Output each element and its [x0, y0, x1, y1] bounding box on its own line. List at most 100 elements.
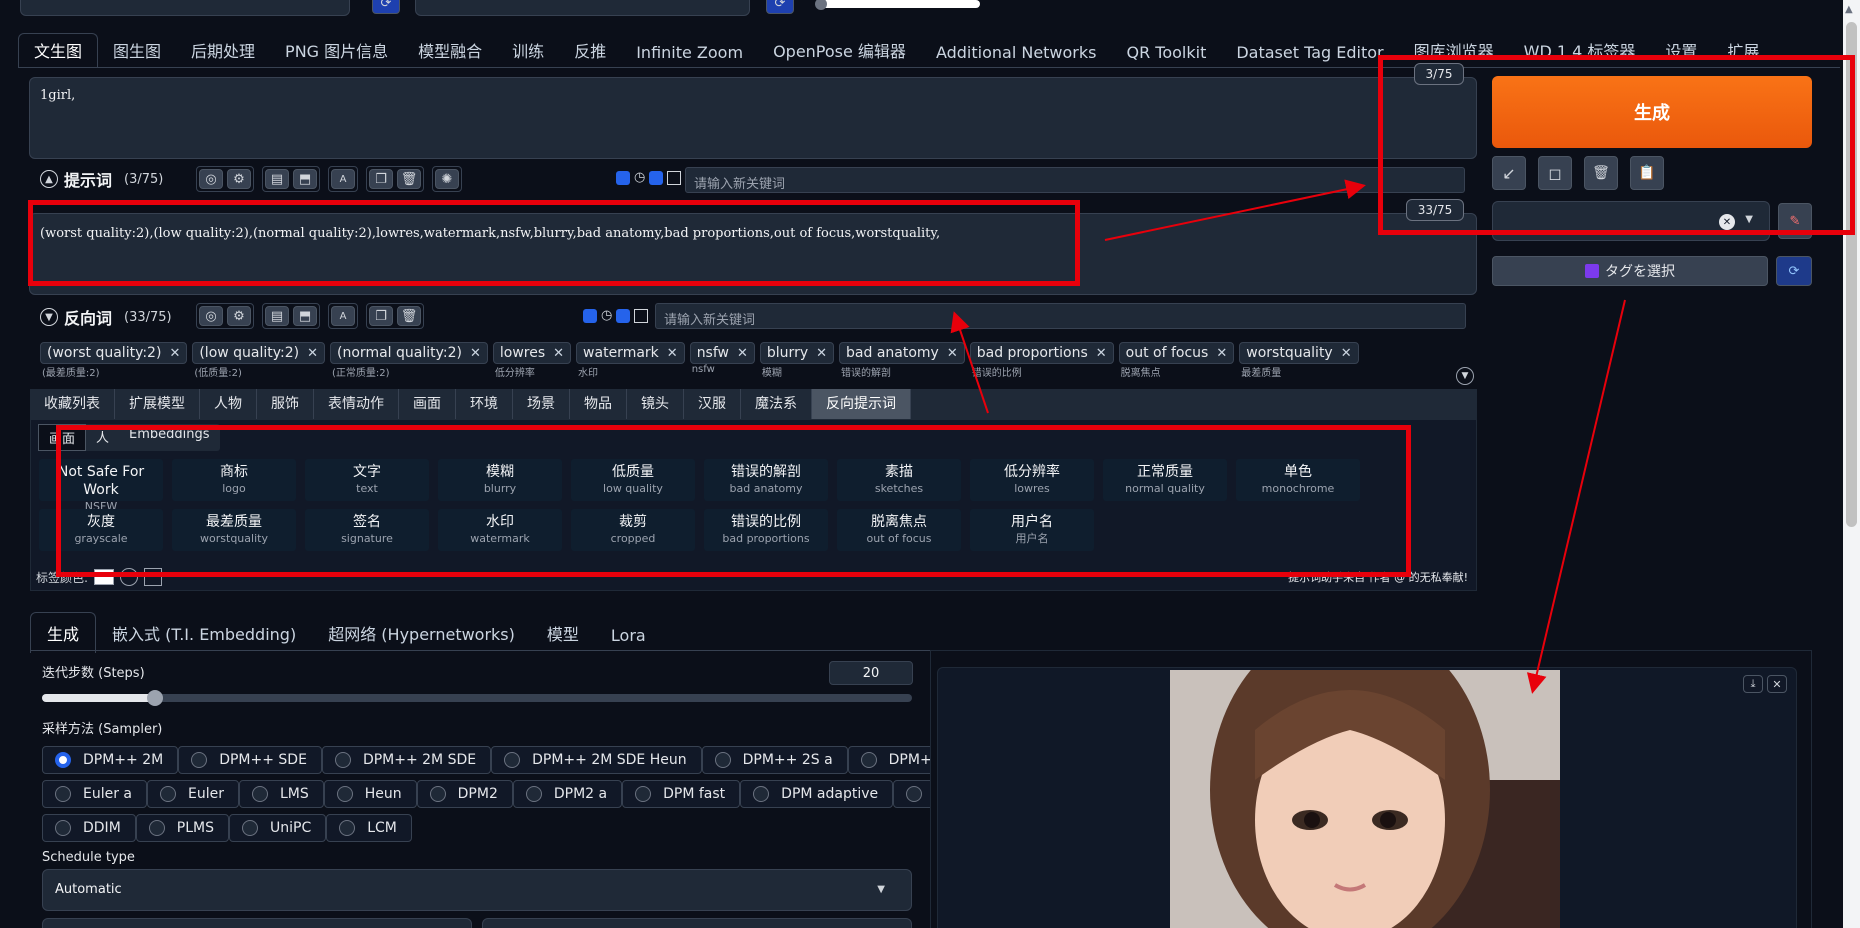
bottom-tab-4[interactable]: Lora	[595, 618, 662, 653]
bottom-tab-3[interactable]: 模型	[531, 613, 595, 653]
negative-tag-chip[interactable]: lowres ✕	[492, 342, 572, 364]
tab-10[interactable]: QR Toolkit	[1111, 39, 1221, 68]
tab-7[interactable]: Infinite Zoom	[621, 39, 758, 68]
steps-slider-handle[interactable]	[147, 690, 164, 706]
bookmark-icon[interactable]: ⬒	[293, 306, 317, 326]
sampler-option[interactable]: LMS	[239, 780, 324, 808]
sampler-option[interactable]: DDIM	[42, 814, 136, 842]
remove-tag-icon[interactable]: ✕	[737, 346, 748, 361]
negative-tag-chip[interactable]: bad anatomy ✕	[839, 342, 965, 364]
category-tab-12[interactable]: 反向提示词	[812, 389, 911, 419]
negative-tag-chip[interactable]: (normal quality:2) ✕	[330, 342, 488, 364]
collapse-down-icon[interactable]: ▼	[40, 308, 58, 326]
sampler-option[interactable]: DPM++ 2M SDE Heun	[491, 746, 702, 774]
category-tab-7[interactable]: 场景	[513, 389, 570, 419]
category-tab-4[interactable]: 表情动作	[314, 389, 399, 419]
remove-tag-icon[interactable]: ✕	[553, 346, 564, 361]
clock-icon[interactable]: ◷	[601, 308, 612, 323]
negative-tag-chip[interactable]: (worst quality:2) ✕	[40, 342, 188, 364]
top-slider-track[interactable]	[820, 0, 980, 8]
trash-icon[interactable]: 🗑	[397, 306, 421, 326]
tab-8[interactable]: OpenPose 编辑器	[758, 34, 921, 68]
remove-tag-icon[interactable]: ✕	[1096, 346, 1107, 361]
tab-6[interactable]: 反推	[559, 34, 621, 68]
remove-tag-icon[interactable]: ✕	[470, 346, 481, 361]
close-icon[interactable]: ✕	[1767, 675, 1787, 693]
globe-icon[interactable]: ◎	[199, 306, 223, 326]
steps-slider-track[interactable]	[42, 694, 912, 702]
negative-tag-chip[interactable]: nsfw ✕	[689, 342, 755, 364]
copy-icon[interactable]: ❐	[369, 306, 393, 326]
sampler-option[interactable]: UniPC	[229, 814, 327, 842]
partial-field-left[interactable]	[42, 918, 472, 928]
remove-tag-icon[interactable]: ✕	[1341, 346, 1352, 361]
sampler-option[interactable]: DPM++ SDE	[178, 746, 322, 774]
sampler-option[interactable]: DPM adaptive	[740, 780, 894, 808]
tab-5[interactable]: 训练	[497, 34, 559, 68]
positive-section-header[interactable]: ▲ 提示词 (3/75)	[40, 167, 163, 191]
refresh-icon-top-middle[interactable]: ⟳	[766, 0, 794, 14]
sampler-option[interactable]: DPM++ 2M	[42, 746, 179, 774]
gear-icon[interactable]: ⚙	[227, 306, 251, 326]
globe-icon[interactable]: ◎	[199, 169, 223, 189]
collapse-up-icon[interactable]: ▲	[40, 170, 58, 188]
sampler-option[interactable]: DPM++ 2M SDE	[321, 746, 492, 774]
tag-select-button[interactable]: タグを選択	[1492, 256, 1768, 286]
negative-tag-chip[interactable]: bad proportions ✕	[969, 342, 1114, 364]
translate-icon[interactable]: A	[331, 169, 355, 189]
negative-tag-chip[interactable]: worstquality ✕	[1239, 342, 1359, 364]
history-icon[interactable]: ▤	[265, 169, 289, 189]
steps-input[interactable]: 20	[829, 661, 913, 685]
checkbox-icon[interactable]	[616, 170, 630, 185]
top-partial-input-middle[interactable]	[415, 0, 750, 16]
tab-11[interactable]: Dataset Tag Editor	[1221, 39, 1398, 68]
category-tab-5[interactable]: 画面	[399, 389, 456, 419]
top-partial-input-left[interactable]	[20, 0, 350, 16]
negative-keyword-input[interactable]: 请输入新关键词	[655, 303, 1466, 329]
category-tab-6[interactable]: 环境	[456, 389, 513, 419]
positive-prompt-textarea[interactable]: 1girl,	[29, 77, 1477, 159]
negative-tag-chip[interactable]: blurry ✕	[759, 342, 835, 364]
tab-9[interactable]: Additional Networks	[921, 39, 1112, 68]
checkbox-icon[interactable]	[616, 308, 631, 323]
tab-2[interactable]: 后期处理	[176, 34, 270, 68]
tab-1[interactable]: 图生图	[98, 34, 176, 68]
category-tab-3[interactable]: 服饰	[257, 389, 314, 419]
tab-0[interactable]: 文生图	[18, 33, 99, 68]
bookmark-icon[interactable]: ⬒	[293, 169, 317, 189]
trash-icon[interactable]: 🗑	[397, 169, 421, 189]
negative-tag-chip[interactable]: (low quality:2) ✕	[192, 342, 326, 364]
sampler-option[interactable]: Euler a	[42, 780, 148, 808]
category-tab-11[interactable]: 魔法系	[741, 389, 812, 419]
sampler-option[interactable]: LCM	[326, 814, 412, 842]
remove-tag-icon[interactable]: ✕	[307, 346, 318, 361]
copy-icon[interactable]: ❐	[369, 169, 393, 189]
category-tab-8[interactable]: 物品	[570, 389, 627, 419]
category-tab-10[interactable]: 汉服	[684, 389, 741, 419]
sampler-option[interactable]: PLMS	[135, 814, 229, 842]
category-tab-0[interactable]: 收藏列表	[30, 389, 115, 419]
gear-icon[interactable]: ⚙	[227, 169, 251, 189]
ai-icon[interactable]: ✺	[435, 169, 459, 189]
partial-field-right[interactable]	[482, 918, 912, 928]
panel-icon[interactable]	[634, 308, 649, 323]
negative-tag-chip[interactable]: watermark ✕	[576, 342, 685, 364]
sampler-option[interactable]: DPM2	[416, 780, 513, 808]
expand-icon[interactable]: ▼	[1456, 367, 1474, 385]
refresh-icon-top-left[interactable]: ⟳	[372, 0, 400, 14]
category-tab-9[interactable]: 镜头	[627, 389, 684, 419]
remove-tag-icon[interactable]: ✕	[667, 346, 678, 361]
panel-icon[interactable]	[667, 170, 682, 185]
sync-icon[interactable]: ⟳	[1776, 256, 1812, 286]
history-icon[interactable]: ▤	[265, 306, 289, 326]
bottom-tab-1[interactable]: 嵌入式 (T.I. Embedding)	[96, 613, 312, 653]
checkbox-icon[interactable]	[583, 308, 597, 323]
bottom-tab-2[interactable]: 超网络 (Hypernetworks)	[312, 613, 531, 653]
negative-tag-chip[interactable]: out of focus ✕	[1118, 342, 1235, 364]
output-image[interactable]	[1170, 670, 1560, 928]
checkbox-icon[interactable]	[649, 170, 664, 185]
schedule-dropdown[interactable]: Automatic ▼	[42, 869, 912, 911]
download-icon[interactable]: ⤓	[1743, 675, 1763, 693]
remove-tag-icon[interactable]: ✕	[1216, 346, 1227, 361]
translate-icon[interactable]: A	[331, 306, 355, 326]
